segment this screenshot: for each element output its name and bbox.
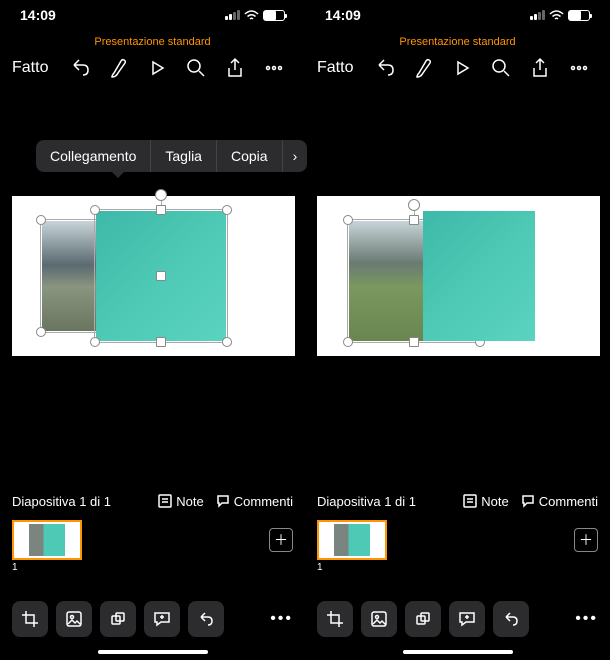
wifi-icon: [549, 10, 564, 21]
slide-canvas[interactable]: [12, 196, 295, 356]
slide-counter: Diapositiva 1 di 1: [12, 494, 146, 509]
comment-add-button[interactable]: [144, 601, 180, 637]
bottom-more-button[interactable]: •••: [575, 610, 598, 628]
search-button[interactable]: [490, 57, 512, 79]
comments-button[interactable]: Commenti: [521, 494, 598, 509]
revert-button[interactable]: [493, 601, 529, 637]
play-button[interactable]: [451, 57, 473, 79]
ctx-copia[interactable]: Copia: [217, 140, 283, 172]
ctx-taglia[interactable]: Taglia: [151, 140, 217, 172]
comment-add-button[interactable]: [449, 601, 485, 637]
undo-button[interactable]: [69, 57, 91, 79]
image-button[interactable]: [56, 601, 92, 637]
rotate-handle[interactable]: [155, 189, 167, 201]
cellular-icon: [225, 10, 240, 20]
top-toolbar: Fatto: [305, 50, 610, 86]
thumb-number: 1: [317, 562, 387, 573]
slide-canvas[interactable]: [317, 196, 600, 356]
layers-button[interactable]: [405, 601, 441, 637]
add-slide-button[interactable]: ＋: [574, 528, 598, 552]
brush-button[interactable]: [108, 57, 130, 79]
photo-front-selected[interactable]: [96, 211, 226, 341]
bottom-more-button[interactable]: •••: [270, 610, 293, 628]
photo-front[interactable]: [423, 211, 535, 341]
ctx-collegamento[interactable]: Collegamento: [36, 140, 151, 172]
slide-thumbnail-1[interactable]: [12, 520, 82, 560]
wifi-icon: [244, 10, 259, 21]
done-button[interactable]: Fatto: [317, 59, 361, 77]
slide-thumbnail-1[interactable]: [317, 520, 387, 560]
comments-button[interactable]: Commenti: [216, 494, 293, 509]
context-menu: Collegamento Taglia Copia ›: [36, 140, 307, 172]
ctx-more[interactable]: ›: [283, 140, 308, 172]
more-button[interactable]: [568, 57, 590, 79]
share-button[interactable]: [224, 57, 246, 79]
more-button[interactable]: [263, 57, 285, 79]
status-bar: 14:09: [0, 0, 305, 30]
image-button[interactable]: [361, 601, 397, 637]
slide-counter: Diapositiva 1 di 1: [317, 494, 451, 509]
cellular-icon: [530, 10, 545, 20]
brush-button[interactable]: [413, 57, 435, 79]
preset-label[interactable]: Presentazione standard: [305, 30, 610, 50]
layers-button[interactable]: [100, 601, 136, 637]
status-bar: 14:09: [305, 0, 610, 30]
undo-button[interactable]: [374, 57, 396, 79]
thumb-number: 1: [12, 562, 82, 573]
revert-button[interactable]: [188, 601, 224, 637]
status-time: 14:09: [20, 7, 56, 23]
share-button[interactable]: [529, 57, 551, 79]
play-button[interactable]: [146, 57, 168, 79]
crop-button[interactable]: [12, 601, 48, 637]
crop-button[interactable]: [317, 601, 353, 637]
done-button[interactable]: Fatto: [12, 59, 56, 77]
add-slide-button[interactable]: ＋: [269, 528, 293, 552]
preset-label[interactable]: Presentazione standard: [0, 30, 305, 50]
home-indicator[interactable]: [403, 650, 513, 654]
notes-button[interactable]: Note: [463, 494, 508, 509]
status-time: 14:09: [325, 7, 361, 23]
battery-icon: [263, 10, 285, 21]
home-indicator[interactable]: [98, 650, 208, 654]
top-toolbar: Fatto: [0, 50, 305, 86]
rotate-handle[interactable]: [408, 199, 420, 211]
notes-button[interactable]: Note: [158, 494, 203, 509]
battery-icon: [568, 10, 590, 21]
search-button[interactable]: [185, 57, 207, 79]
